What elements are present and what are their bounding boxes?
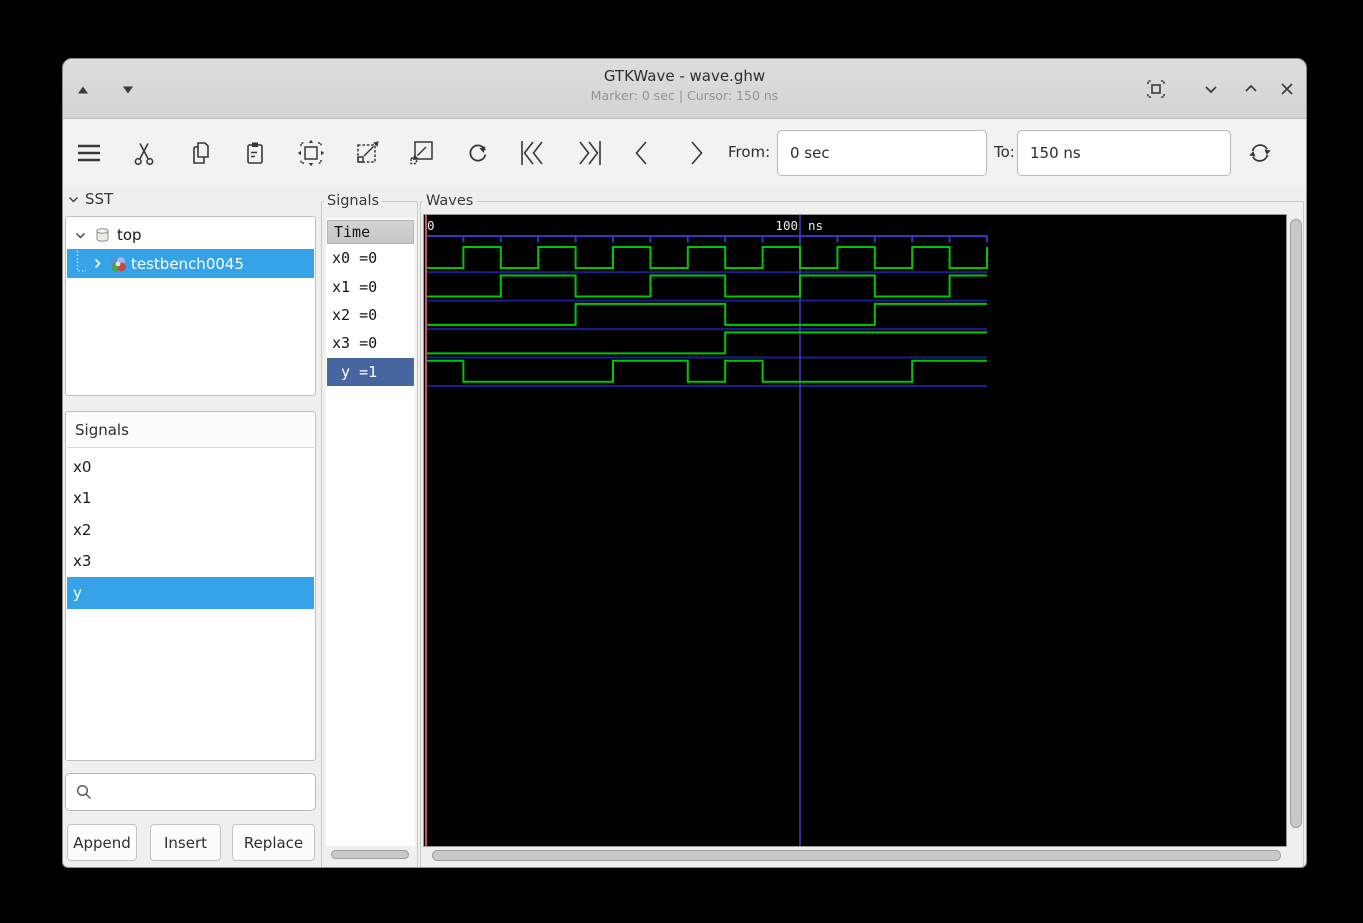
close-icon	[1276, 78, 1298, 100]
waves-hscrollbar[interactable]	[432, 850, 1281, 861]
waves-frame: Waves 0 100 ns	[420, 191, 1304, 867]
list-item-x3[interactable]: x3	[67, 546, 314, 578]
sst-tree: top testbench0045	[65, 216, 316, 396]
scissors-icon	[130, 139, 158, 167]
toolbar: From: To:	[63, 119, 1306, 187]
gtkwave-window: GTKWave - wave.ghw Marker: 0 sec | Curso…	[62, 58, 1307, 868]
replace-button[interactable]: Replace	[232, 824, 315, 861]
expander-down-icon	[74, 229, 87, 242]
menu-button[interactable]	[71, 135, 107, 171]
tree-branch-line	[75, 250, 88, 277]
zoom-out-button[interactable]	[349, 135, 385, 171]
insert-button[interactable]: Insert	[150, 824, 221, 861]
to-end-button[interactable]	[571, 135, 607, 171]
waves-vscrollbar[interactable]	[1290, 219, 1302, 828]
to-start-button[interactable]	[515, 135, 551, 171]
tree-item-top[interactable]: top	[67, 221, 314, 249]
window-fullscreen-button[interactable]	[1142, 75, 1170, 103]
list-item-y[interactable]: y	[67, 577, 314, 609]
signals-hscrollbar[interactable]	[331, 850, 409, 859]
tree-item-label: top	[117, 226, 142, 244]
triangle-down-icon	[122, 85, 134, 95]
forward-button[interactable]	[678, 135, 714, 171]
append-button[interactable]: Append	[67, 824, 137, 861]
skip-to-end-icon	[573, 137, 605, 169]
undo-button[interactable]	[460, 135, 496, 171]
reload-icon	[1245, 138, 1275, 168]
copy-icon	[187, 139, 215, 167]
sst-expander[interactable]: SST	[67, 190, 113, 208]
copy-button[interactable]	[183, 135, 219, 171]
tree-item-testbench[interactable]: testbench0045	[67, 249, 314, 278]
back-button[interactable]	[624, 135, 660, 171]
sst-label: SST	[85, 190, 114, 208]
svg-text:0: 0	[427, 218, 435, 233]
paste-button[interactable]	[237, 135, 273, 171]
signal-row-x3[interactable]: x3 =0	[327, 329, 414, 357]
window-unshade-button[interactable]	[1237, 75, 1265, 103]
fullscreen-icon	[1144, 77, 1168, 101]
expander-right-icon[interactable]	[91, 257, 104, 270]
waves-svg: 0 100 ns	[425, 215, 988, 846]
expander-down-icon	[67, 193, 80, 206]
triangle-up-icon	[77, 85, 89, 95]
window-shade-button[interactable]	[1197, 75, 1225, 103]
chevron-right-icon	[681, 138, 711, 168]
chevron-left-icon	[627, 138, 657, 168]
signal-row-x0[interactable]: x0 =0	[327, 244, 414, 272]
signal-row-x2[interactable]: x2 =0	[327, 301, 414, 329]
from-label: From:	[728, 143, 771, 161]
svg-text:ns: ns	[808, 218, 823, 233]
tree-item-label: testbench0045	[131, 254, 244, 273]
signals-frame-label: Signals	[324, 191, 383, 211]
chevron-down-icon	[1200, 78, 1222, 100]
clipboard-paste-icon	[241, 139, 269, 167]
database-icon	[93, 226, 112, 245]
list-item-x1[interactable]: x1	[67, 483, 314, 515]
reload-button[interactable]	[1242, 135, 1278, 171]
zoom-in-button[interactable]	[404, 135, 440, 171]
hierarchy-icon	[108, 254, 128, 274]
titlebar[interactable]: GTKWave - wave.ghw Marker: 0 sec | Curso…	[63, 59, 1306, 119]
zoom-fit-button[interactable]	[293, 135, 329, 171]
window-title: GTKWave - wave.ghw	[603, 67, 766, 85]
hamburger-menu-icon	[74, 138, 104, 168]
window-close-button[interactable]	[1273, 75, 1301, 103]
cut-button[interactable]	[126, 135, 162, 171]
list-item-x2[interactable]: x2	[67, 514, 314, 546]
skip-to-start-icon	[517, 137, 549, 169]
time-header[interactable]: Time	[327, 220, 414, 244]
from-field[interactable]	[777, 130, 987, 176]
waves-frame-label: Waves	[423, 191, 477, 211]
window-status: Marker: 0 sec | Cursor: 150 ns	[590, 88, 779, 103]
signal-search-input[interactable]	[65, 773, 316, 811]
undo-arrow-icon	[463, 138, 493, 168]
wave-canvas[interactable]: 0 100 ns	[423, 214, 1287, 847]
zoom-in-arrow-icon	[407, 138, 437, 168]
search-icon	[74, 782, 94, 802]
list-item-x0[interactable]: x0	[67, 451, 314, 483]
sst-signals-list: Signals x0 x1 x2 x3 y	[65, 411, 316, 761]
titlebar-down-button[interactable]	[117, 81, 139, 99]
signal-row-x1[interactable]: x1 =0	[327, 272, 414, 300]
svg-text:100: 100	[775, 218, 798, 233]
to-label: To:	[994, 143, 1015, 161]
signals-frame: Signals Time x0 =0 x1 =0 x2 =0 x3 =0 y =…	[321, 191, 418, 867]
zoom-fit-icon	[296, 138, 326, 168]
zoom-out-arrow-icon	[352, 138, 382, 168]
to-field[interactable]	[1017, 130, 1231, 176]
signal-row-y[interactable]: y =1	[327, 357, 414, 386]
chevron-up-icon	[1240, 78, 1262, 100]
signals-list-header[interactable]: Signals	[67, 413, 314, 448]
titlebar-up-button[interactable]	[72, 81, 94, 99]
